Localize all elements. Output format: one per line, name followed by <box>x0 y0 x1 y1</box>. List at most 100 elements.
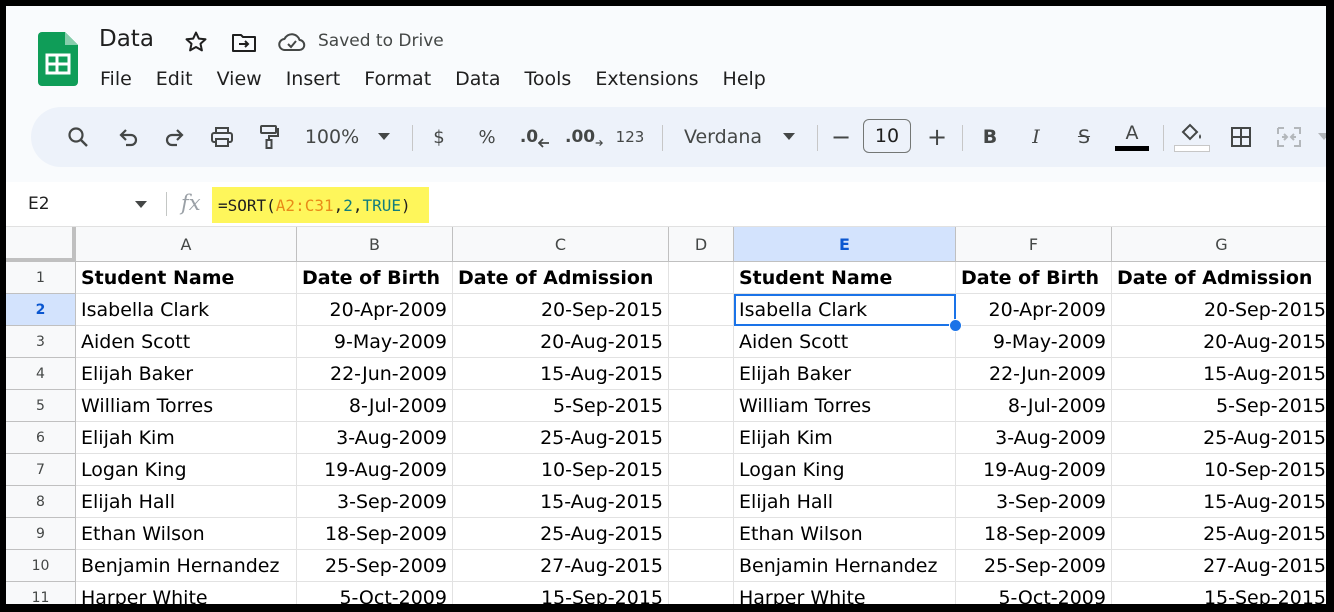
column-header-b[interactable]: B <box>297 227 453 262</box>
menu-file[interactable]: File <box>100 64 132 94</box>
table-cell[interactable]: William Torres <box>734 390 956 422</box>
font-family-dropdown-button[interactable] <box>779 107 799 167</box>
empty-cell[interactable] <box>669 582 734 604</box>
column-header-e[interactable]: E <box>734 227 956 262</box>
zoom-dropdown-button[interactable] <box>374 107 394 167</box>
header-cell[interactable]: Date of Admission <box>1112 262 1326 294</box>
formula-input[interactable]: =SORT(A2:C31, 2, TRUE) <box>212 187 429 223</box>
table-cell[interactable]: 20-Apr-2009 <box>297 294 453 326</box>
column-header-d[interactable]: D <box>669 227 734 262</box>
table-cell[interactable]: 25-Sep-2009 <box>297 550 453 582</box>
table-cell[interactable]: 20-Aug-2015 <box>453 326 669 358</box>
table-cell[interactable]: 20-Sep-2015 <box>453 294 669 326</box>
table-cell[interactable]: 25-Aug-2015 <box>1112 518 1326 550</box>
table-cell[interactable]: 25-Aug-2015 <box>453 422 669 454</box>
table-cell[interactable]: 20-Apr-2009 <box>956 294 1112 326</box>
percent-format-button[interactable]: % <box>475 107 499 167</box>
table-cell[interactable]: Harper White <box>734 582 956 604</box>
table-cell[interactable]: 22-Jun-2009 <box>297 358 453 390</box>
undo-button[interactable] <box>111 107 145 167</box>
row-header[interactable]: 3 <box>6 326 76 358</box>
table-cell[interactable]: 22-Jun-2009 <box>956 358 1112 390</box>
table-cell[interactable]: 5-Sep-2015 <box>1112 390 1326 422</box>
table-cell[interactable]: Logan King <box>76 454 297 486</box>
menu-data[interactable]: Data <box>455 64 500 94</box>
redo-button[interactable] <box>158 107 192 167</box>
table-cell[interactable]: 15-Sep-2015 <box>453 582 669 604</box>
table-cell[interactable]: 15-Aug-2015 <box>1112 358 1326 390</box>
table-cell[interactable]: 25-Aug-2015 <box>1112 422 1326 454</box>
sheets-logo-icon[interactable] <box>38 32 78 86</box>
table-cell[interactable]: Ethan Wilson <box>734 518 956 550</box>
merge-dropdown-button[interactable] <box>1315 107 1326 167</box>
empty-cell[interactable] <box>669 294 734 326</box>
table-cell[interactable]: Elijah Hall <box>76 486 297 518</box>
increase-decimal-button[interactable]: .00 <box>565 107 603 167</box>
row-header[interactable]: 4 <box>6 358 76 390</box>
fill-color-button[interactable] <box>1174 107 1210 167</box>
table-cell[interactable]: 9-May-2009 <box>297 326 453 358</box>
empty-cell[interactable] <box>669 390 734 422</box>
table-cell[interactable]: Aiden Scott <box>76 326 297 358</box>
font-family-select[interactable]: Verdana <box>681 107 765 167</box>
empty-cell[interactable] <box>669 550 734 582</box>
name-box[interactable]: E2 <box>28 194 50 214</box>
empty-cell[interactable] <box>669 454 734 486</box>
table-cell[interactable]: Harper White <box>76 582 297 604</box>
table-cell[interactable]: 3-Aug-2009 <box>956 422 1112 454</box>
increase-font-size-button[interactable]: + <box>924 107 950 167</box>
row-header[interactable]: 2 <box>6 294 76 326</box>
row-header[interactable]: 9 <box>6 518 76 550</box>
menu-edit[interactable]: Edit <box>156 64 193 94</box>
select-all-corner[interactable] <box>6 227 76 262</box>
italic-button[interactable]: I <box>1023 107 1049 167</box>
number-format-button[interactable]: 123 <box>613 107 647 167</box>
table-cell[interactable]: Ethan Wilson <box>76 518 297 550</box>
table-cell[interactable]: Logan King <box>734 454 956 486</box>
table-cell[interactable]: Isabella Clark <box>734 294 956 326</box>
print-button[interactable] <box>205 107 239 167</box>
header-cell[interactable]: Date of Birth <box>297 262 453 294</box>
table-cell[interactable]: 9-May-2009 <box>956 326 1112 358</box>
move-to-folder-icon[interactable] <box>231 31 257 53</box>
empty-cell[interactable] <box>669 422 734 454</box>
empty-cell[interactable] <box>669 262 734 294</box>
table-cell[interactable]: 25-Aug-2015 <box>453 518 669 550</box>
text-color-button[interactable]: A <box>1114 107 1150 167</box>
table-cell[interactable]: 15-Aug-2015 <box>1112 486 1326 518</box>
empty-cell[interactable] <box>669 326 734 358</box>
bold-button[interactable]: B <box>977 107 1003 167</box>
table-cell[interactable]: 5-Sep-2015 <box>453 390 669 422</box>
table-cell[interactable]: 8-Jul-2009 <box>297 390 453 422</box>
table-cell[interactable]: 5-Oct-2009 <box>297 582 453 604</box>
row-header[interactable]: 8 <box>6 486 76 518</box>
table-cell[interactable]: 15-Sep-2015 <box>1112 582 1326 605</box>
column-header-a[interactable]: A <box>76 227 297 262</box>
chevron-down-icon[interactable] <box>135 201 147 209</box>
table-cell[interactable]: 19-Aug-2009 <box>956 454 1112 486</box>
star-icon[interactable] <box>184 30 208 54</box>
table-cell[interactable]: 8-Jul-2009 <box>956 390 1112 422</box>
borders-button[interactable] <box>1224 107 1258 167</box>
empty-cell[interactable] <box>669 486 734 518</box>
document-title[interactable]: Data <box>99 26 154 52</box>
table-cell[interactable]: Elijah Kim <box>76 422 297 454</box>
table-cell[interactable]: Elijah Baker <box>76 358 297 390</box>
search-menus-button[interactable] <box>61 107 95 167</box>
row-header[interactable]: 11 <box>6 582 76 604</box>
empty-cell[interactable] <box>669 518 734 550</box>
header-cell[interactable]: Student Name <box>734 262 956 294</box>
table-cell[interactable]: 20-Aug-2015 <box>1112 326 1326 358</box>
header-cell[interactable]: Date of Admission <box>453 262 669 294</box>
zoom-select[interactable]: 100% <box>299 107 365 167</box>
row-header[interactable]: 10 <box>6 550 76 582</box>
table-cell[interactable]: Elijah Kim <box>734 422 956 454</box>
menu-help[interactable]: Help <box>723 64 766 94</box>
decrease-font-size-button[interactable]: − <box>828 107 854 167</box>
column-header-c[interactable]: C <box>453 227 669 262</box>
column-header-f[interactable]: F <box>956 227 1112 262</box>
menu-format[interactable]: Format <box>364 64 431 94</box>
merge-cells-button[interactable] <box>1272 107 1306 167</box>
table-cell[interactable]: Isabella Clark <box>76 294 297 326</box>
table-cell[interactable]: Benjamin Hernandez <box>734 550 956 582</box>
